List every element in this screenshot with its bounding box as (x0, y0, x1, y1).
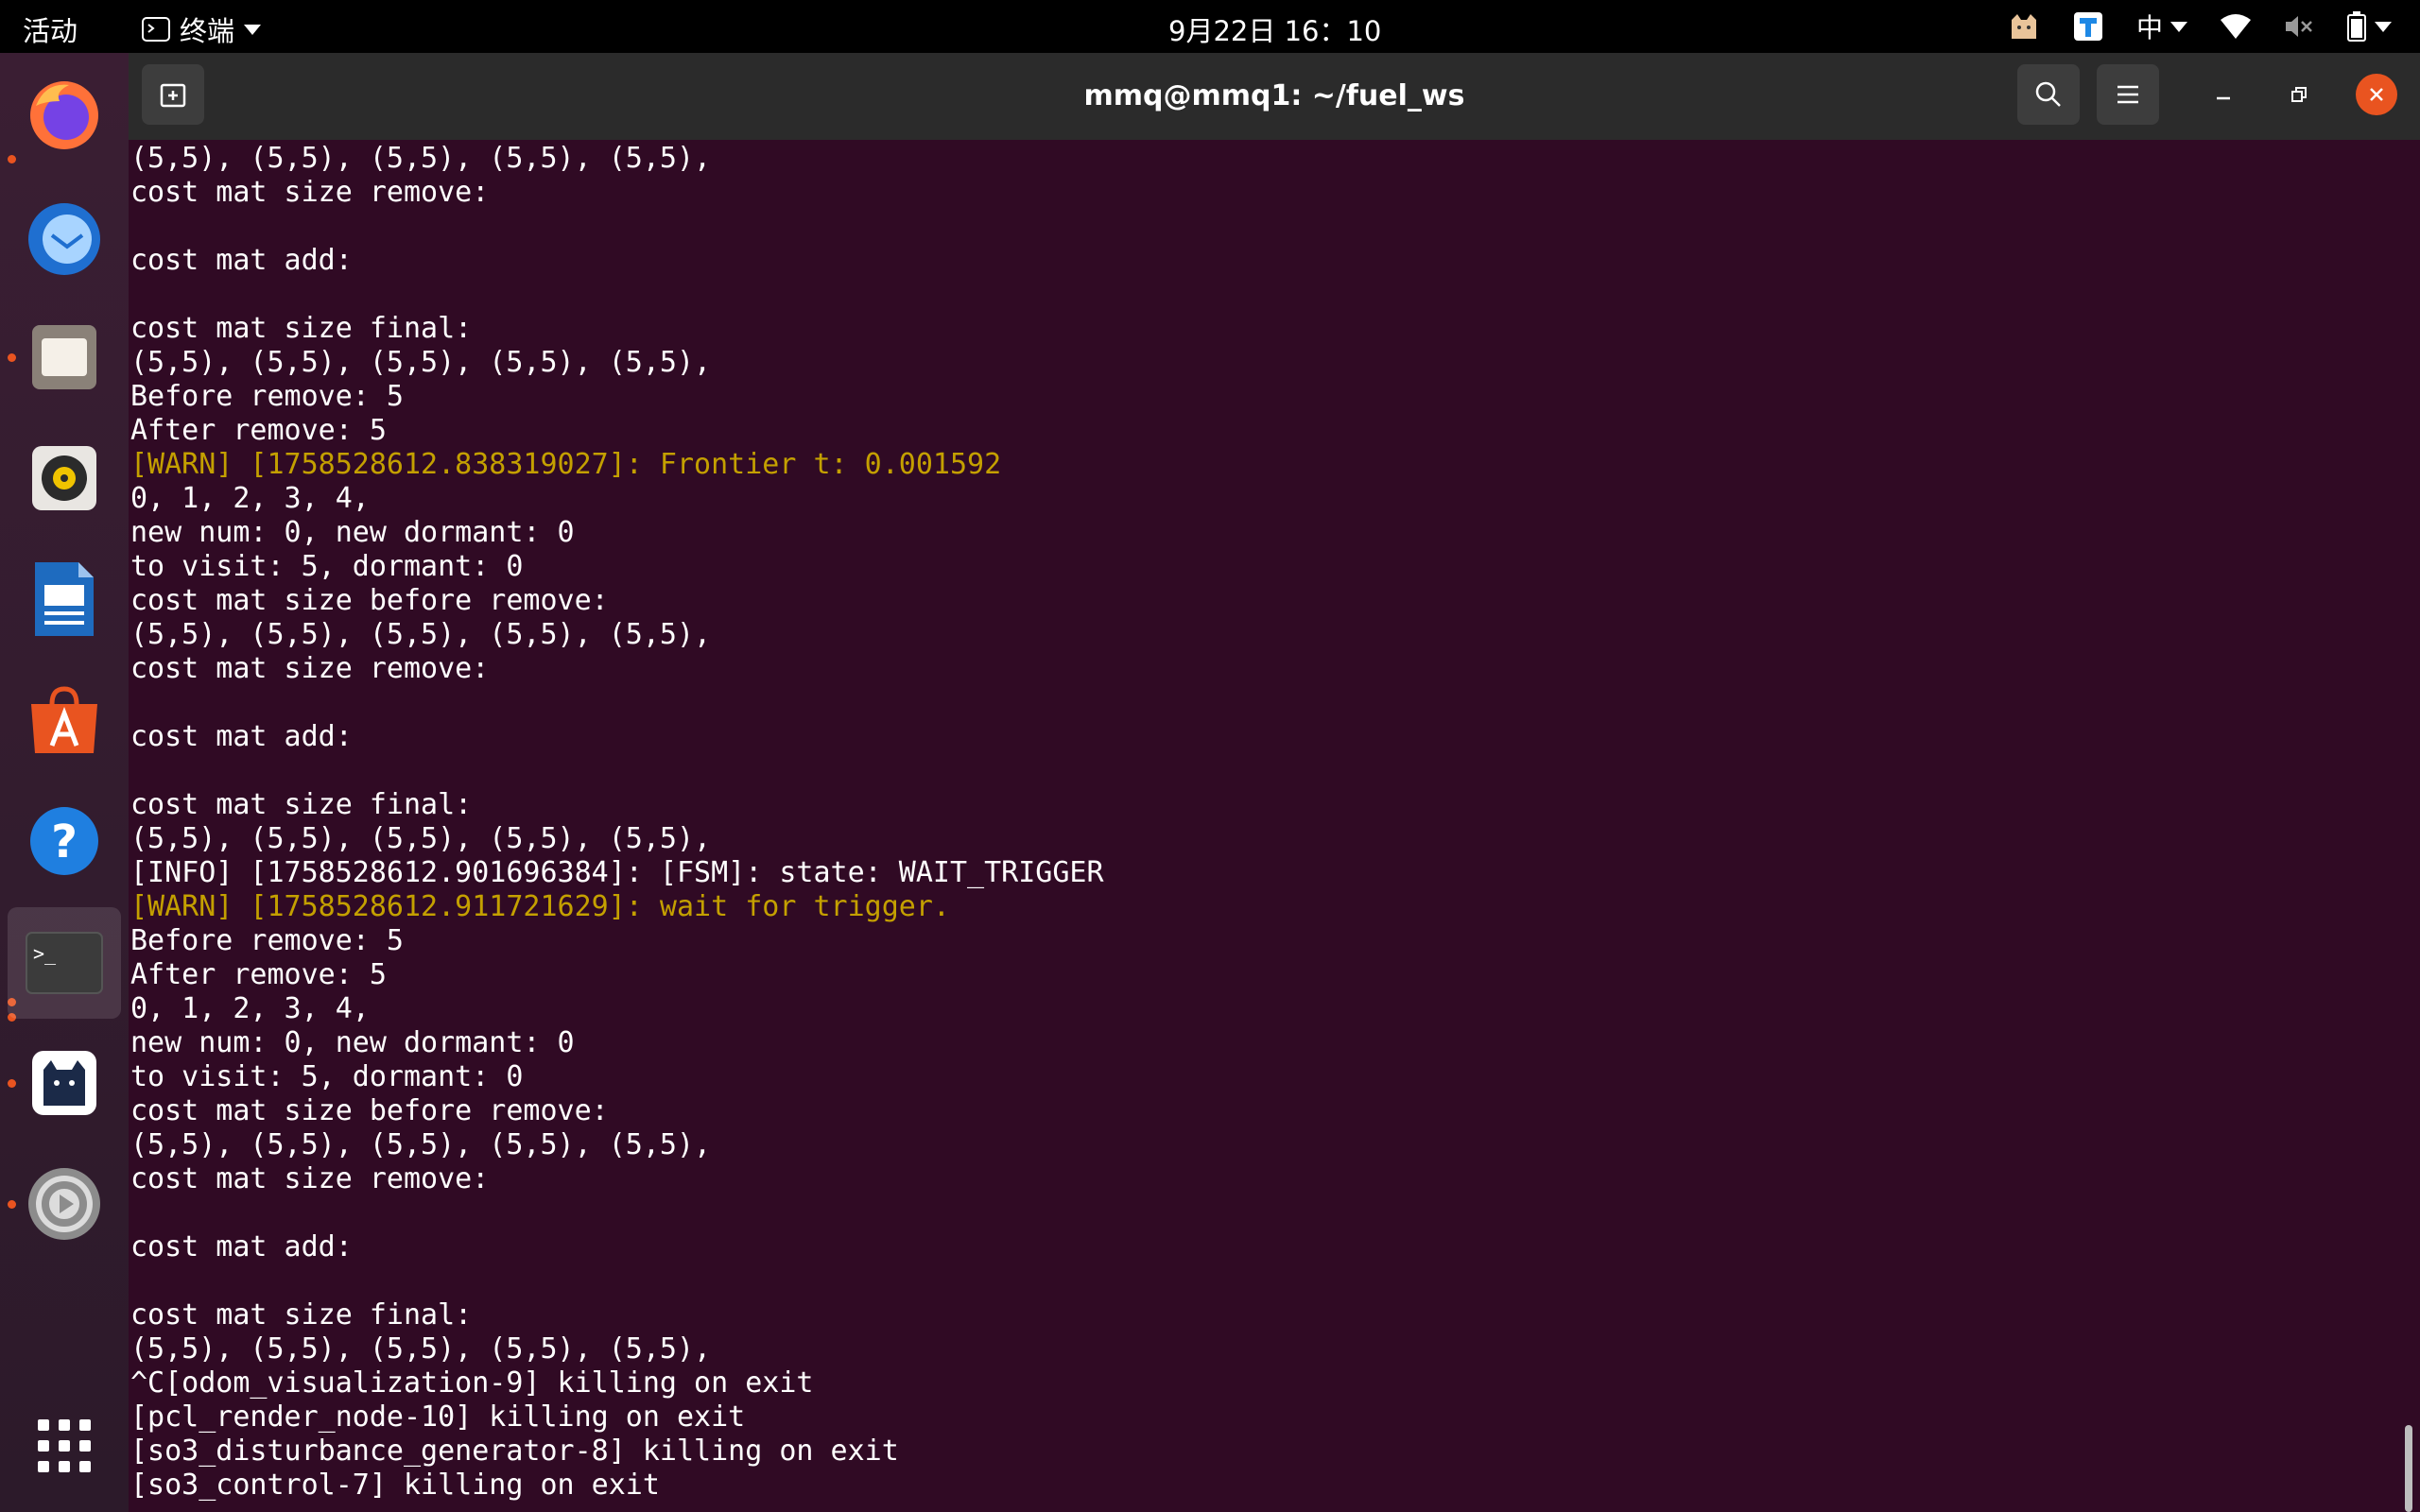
terminal-line: After remove: 5 (130, 958, 387, 991)
terminal-line: (5,5), (5,5), (5,5), (5,5), (5,5), (130, 822, 712, 855)
app-center-icon[interactable] (17, 673, 112, 767)
terminal-line: [so3_disturbance_generator-8] killing on… (130, 1435, 899, 1468)
terminal-line: cost mat size final: (130, 1298, 473, 1332)
terminal-line: Before remove: 5 (130, 924, 404, 957)
svg-text:>_: >_ (33, 942, 57, 965)
app-tray-icon[interactable] (2072, 10, 2104, 43)
terminal-output[interactable]: (5,5), (5,5), (5,5), (5,5), (5,5), cost m… (129, 140, 2420, 1512)
terminal-line: cost mat add: (130, 1230, 353, 1263)
cat-app-icon[interactable] (17, 1036, 112, 1130)
terminal-lines: (5,5), (5,5), (5,5), (5,5), (5,5), cost m… (130, 142, 1104, 1503)
system-tray: 中 (2008, 8, 2392, 45)
terminal-line: cost mat size remove: (130, 1162, 490, 1195)
firefox-icon[interactable] (17, 68, 112, 163)
terminal-line: cost mat size final: (130, 788, 473, 821)
terminal-line: to visit: 5, dormant: 0 (130, 1060, 524, 1093)
terminal-line: to visit: 5, dormant: 0 (130, 550, 524, 583)
menu-button[interactable] (2097, 64, 2159, 125)
terminal-line: (5,5), (5,5), (5,5), (5,5), (5,5), (130, 142, 712, 175)
terminal-line: cost mat size final: (130, 312, 473, 345)
terminal-line: [INFO] [1758528612.901696384]: [FSM]: st… (130, 856, 1104, 889)
svg-text:?: ? (51, 816, 78, 868)
top-bar: 活动 终端 9月22日 16：10 中 (0, 0, 2420, 53)
terminal-line: 0, 1, 2, 3, 4, (130, 992, 370, 1025)
settings-icon[interactable] (17, 1157, 112, 1251)
close-icon (2370, 88, 2383, 101)
terminal-line: [pcl_render_node-10] killing on exit (130, 1400, 746, 1434)
rhythmbox-icon[interactable] (17, 431, 112, 525)
input-method-label: 中 (2135, 12, 2163, 43)
running-indicator (8, 1200, 16, 1209)
terminal-line: (5,5), (5,5), (5,5), (5,5), (5,5), (130, 618, 712, 651)
terminal-line: 0, 1, 2, 3, 4, (130, 482, 370, 515)
restore-icon (2291, 87, 2307, 102)
terminal-line: cost mat size before remove: (130, 584, 609, 617)
terminal-line: [WARN] [1758528612.911721629]: wait for … (130, 890, 950, 923)
terminal-line: cost mat add: (130, 720, 353, 753)
terminal-icon[interactable]: >_ (8, 907, 121, 1019)
terminal-line: [WARN] [1758528612.838319027]: Frontier … (130, 448, 1002, 481)
chevron-down-icon (2375, 21, 2392, 32)
terminal-line: cost mat size remove: (130, 176, 490, 209)
running-indicator (8, 353, 16, 362)
terminal-line: (5,5), (5,5), (5,5), (5,5), (5,5), (130, 1128, 712, 1161)
running-indicator (8, 155, 16, 163)
minimize-icon (2217, 96, 2230, 100)
terminal-line: After remove: 5 (130, 414, 387, 447)
terminal-line: cost mat size remove: (130, 652, 490, 685)
terminal-line: [so3_control-7] killing on exit (130, 1469, 660, 1502)
hamburger-icon (2118, 85, 2138, 104)
activities-button[interactable]: 活动 (23, 9, 78, 49)
input-method-indicator[interactable]: 中 (2136, 8, 2187, 45)
terminal-line: ^C[odom_visualization-9] killing on exit (130, 1366, 814, 1400)
chevron-down-icon (2170, 21, 2187, 32)
terminal-app-icon (142, 17, 170, 42)
terminal-line: cost mat size before remove: (130, 1094, 609, 1127)
volume-muted-icon[interactable] (2284, 12, 2314, 41)
terminal-line: cost mat add: (130, 244, 353, 277)
terminal-line: (5,5), (5,5), (5,5), (5,5), (5,5), (130, 346, 712, 379)
minimize-button[interactable] (2203, 74, 2244, 115)
wifi-icon[interactable] (2220, 12, 2252, 41)
restore-button[interactable] (2278, 74, 2320, 115)
chevron-down-icon (244, 24, 262, 35)
scrollbar[interactable] (2405, 1425, 2412, 1512)
app-menu-label: 终端 (180, 15, 235, 47)
help-icon[interactable]: ? (17, 794, 112, 888)
dock: ? >_ (0, 53, 129, 1512)
search-icon (2035, 81, 2061, 107)
battery-icon[interactable] (2346, 11, 2392, 42)
terminal-line: new num: 0, new dormant: 0 (130, 1026, 575, 1059)
terminal-line: Before remove: 5 (130, 380, 404, 413)
thunderbird-icon[interactable] (17, 189, 112, 284)
window-header: mmq@mmq1: ~/fuel_ws (129, 53, 2420, 140)
terminal-line: new num: 0, new dormant: 0 (130, 516, 575, 549)
running-indicator (8, 1079, 16, 1088)
search-button[interactable] (2017, 64, 2080, 125)
close-button[interactable] (2356, 74, 2397, 115)
clock[interactable]: 9月22日 16：10 (1168, 9, 1381, 49)
writer-icon[interactable] (17, 552, 112, 646)
files-icon[interactable] (17, 310, 112, 404)
terminal-line: (5,5), (5,5), (5,5), (5,5), (5,5), (130, 1332, 712, 1366)
app-menu[interactable]: 终端 (142, 9, 262, 49)
cat-tray-icon[interactable] (2008, 10, 2040, 43)
show-apps-icon[interactable] (17, 1399, 112, 1493)
